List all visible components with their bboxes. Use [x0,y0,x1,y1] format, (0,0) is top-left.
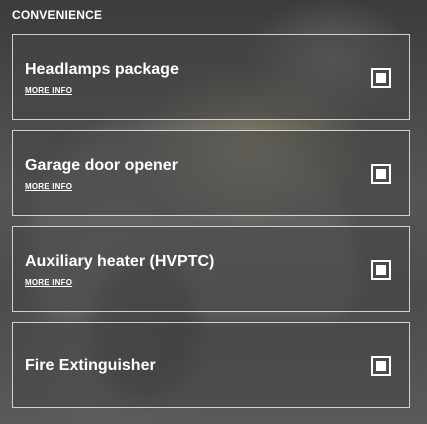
option-checkbox[interactable] [371,68,391,88]
option-title: Fire Extinguisher [25,357,156,374]
convenience-options-panel: CONVENIENCE Headlamps package MORE INFO … [0,0,427,424]
checkbox-checked-indicator [376,169,386,179]
checkbox-checked-indicator [376,73,386,83]
more-info-link[interactable]: MORE INFO [25,182,72,191]
option-card-headlamps-package[interactable]: Headlamps package MORE INFO [12,34,410,120]
checkbox-checked-indicator [376,361,386,371]
option-checkbox[interactable] [371,356,391,376]
option-card-fire-extinguisher[interactable]: Fire Extinguisher [12,322,410,408]
more-info-link[interactable]: MORE INFO [25,86,72,95]
option-title: Garage door opener [25,157,178,174]
option-checkbox[interactable] [371,164,391,184]
option-card-auxiliary-heater[interactable]: Auxiliary heater (HVPTC) MORE INFO [12,226,410,312]
more-info-link[interactable]: MORE INFO [25,278,72,287]
option-title: Headlamps package [25,61,179,78]
option-checkbox[interactable] [371,260,391,280]
section-title: CONVENIENCE [12,8,103,22]
option-title: Auxiliary heater (HVPTC) [25,253,215,270]
checkbox-checked-indicator [376,265,386,275]
option-card-garage-door-opener[interactable]: Garage door opener MORE INFO [12,130,410,216]
